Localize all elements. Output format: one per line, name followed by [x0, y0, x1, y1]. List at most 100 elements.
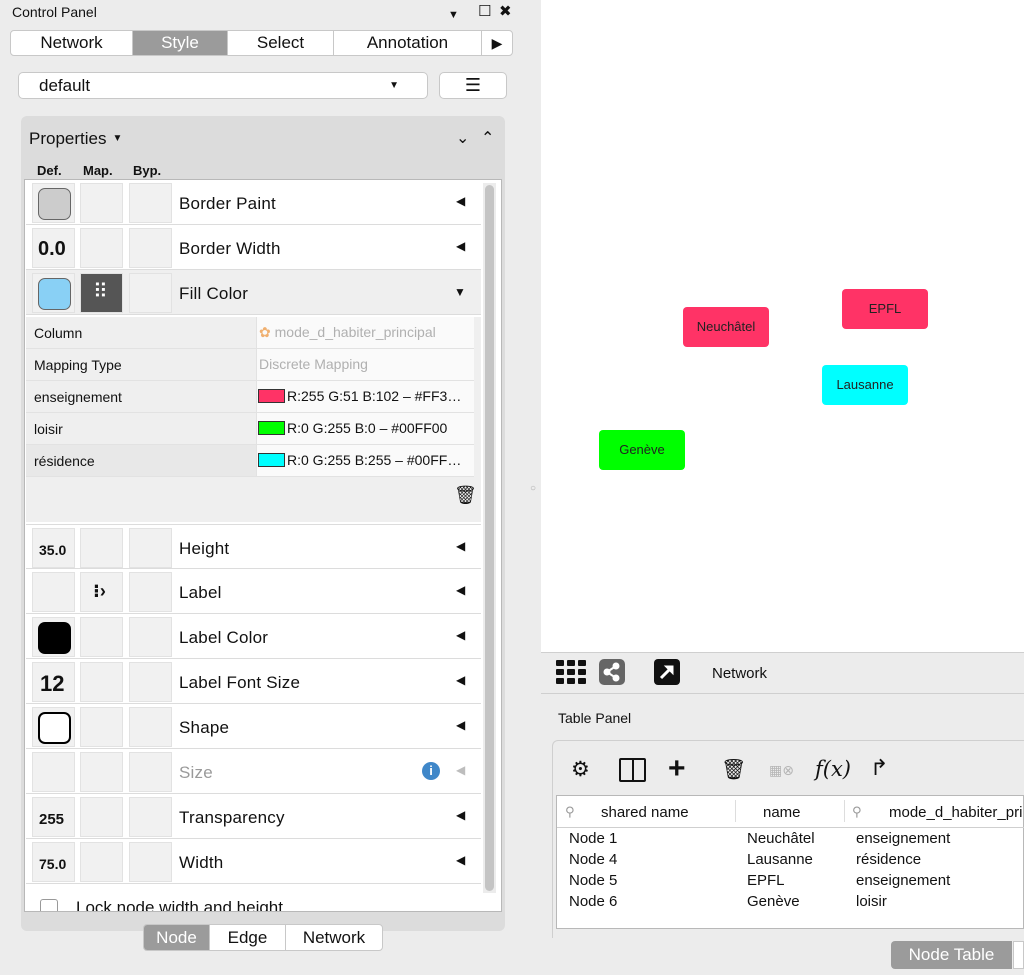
add-column-icon[interactable]: + — [668, 752, 686, 786]
table-cell[interactable]: enseignement — [856, 872, 950, 889]
expand-arrow-icon[interactable]: ◀ — [456, 853, 465, 867]
panel-menu-icon[interactable]: ▼ — [448, 5, 459, 25]
trash-icon[interactable]: 🗑 — [721, 757, 746, 782]
label-color-swatch[interactable] — [38, 622, 71, 654]
table-cell[interactable]: enseignement — [856, 830, 950, 847]
byp-cell[interactable] — [129, 662, 172, 702]
network-node[interactable]: Lausanne — [822, 365, 908, 405]
map-cell[interactable] — [80, 797, 123, 837]
tab-node[interactable]: Node — [144, 925, 210, 950]
def-cell[interactable]: 255 — [32, 797, 75, 837]
byp-cell[interactable] — [129, 842, 172, 882]
table-cell[interactable]: Genève — [747, 893, 800, 910]
byp-cell[interactable] — [129, 572, 172, 612]
tab-network-style[interactable]: Network — [286, 925, 382, 950]
property-row-height[interactable]: 35.0 Height ◀ — [26, 524, 481, 569]
property-row-label-color[interactable]: Label Color ◀ — [26, 614, 481, 659]
column-header[interactable]: name — [763, 804, 801, 821]
collapse-arrow-icon[interactable]: ▼ — [454, 285, 466, 299]
property-row-transparency[interactable]: 255 Transparency ◀ — [26, 794, 481, 839]
network-canvas[interactable]: Neuchâtel EPFL Lausanne Genève — [541, 0, 1024, 652]
def-cell[interactable] — [32, 572, 75, 612]
style-options-menu-button[interactable]: ☰ — [439, 72, 507, 99]
close-window-icon[interactable]: ✖ — [499, 2, 512, 22]
grid-view-icon[interactable] — [556, 660, 586, 684]
byp-cell[interactable] — [129, 707, 172, 747]
expand-all-icon[interactable]: ⌃ — [481, 128, 494, 148]
byp-cell[interactable] — [129, 797, 172, 837]
def-cell[interactable] — [32, 617, 75, 657]
map-cell[interactable] — [80, 228, 123, 268]
table-cell[interactable]: Lausanne — [747, 851, 813, 868]
expand-arrow-icon[interactable]: ◀ — [456, 628, 465, 642]
def-cell[interactable]: 12 — [32, 662, 75, 702]
visual-property-list[interactable]: Border Paint ◀ 0.0 Border Width ◀ ⠿ Fill… — [24, 179, 502, 912]
expand-arrow-icon[interactable]: ◀ — [456, 539, 465, 553]
map-cell[interactable]: ⠿ — [80, 273, 123, 313]
mapping-column-row[interactable]: Column ✿ mode_d_habiter_principal — [26, 317, 474, 349]
mapping-color-value[interactable]: R:0 G:255 B:255 – #00FF… — [256, 445, 474, 476]
byp-cell[interactable] — [129, 228, 172, 268]
info-icon[interactable]: i — [422, 762, 440, 780]
table-cell[interactable]: Node 1 — [569, 830, 617, 847]
table-cell[interactable]: Node 5 — [569, 872, 617, 889]
network-node[interactable]: Genève — [599, 430, 685, 470]
mapping-type-row[interactable]: Mapping Type Discrete Mapping — [26, 349, 474, 381]
tab-select[interactable]: Select — [228, 31, 334, 55]
map-cell[interactable] — [80, 662, 123, 702]
export-table-icon[interactable]: ↱ — [870, 755, 888, 781]
network-node[interactable]: Neuchâtel — [683, 307, 769, 347]
def-cell[interactable]: 75.0 — [32, 842, 75, 882]
tab-network[interactable]: Network — [11, 31, 133, 55]
column-header[interactable]: mode_d_habiter_pri — [889, 804, 1022, 821]
fill-color-swatch[interactable] — [38, 278, 71, 310]
detach-view-icon[interactable] — [654, 659, 680, 685]
tab-node-table[interactable]: Node Table — [891, 941, 1012, 969]
byp-cell[interactable] — [129, 528, 172, 568]
property-row-fill-color[interactable]: ⠿ Fill Color ▼ — [26, 270, 481, 315]
map-cell[interactable] — [80, 183, 123, 223]
splitter-handle-icon[interactable]: ○ — [530, 483, 536, 494]
mapping-entry-row[interactable]: résidence R:0 G:255 B:255 – #00FF… — [26, 445, 474, 477]
lock-size-checkbox[interactable] — [40, 899, 58, 911]
def-cell[interactable] — [32, 183, 75, 223]
tab-style[interactable]: Style — [133, 31, 228, 55]
def-cell[interactable] — [32, 273, 75, 313]
table-cell[interactable]: Node 6 — [569, 893, 617, 910]
property-row-size[interactable]: Size i ◀ — [26, 749, 481, 794]
share-network-icon[interactable] — [599, 659, 625, 685]
scrollbar-thumb[interactable] — [485, 185, 494, 891]
map-cell[interactable] — [80, 528, 123, 568]
expand-arrow-icon[interactable]: ◀ — [456, 194, 465, 208]
tab-edge-table[interactable] — [1013, 941, 1024, 969]
def-cell[interactable]: 0.0 — [32, 228, 75, 268]
byp-cell[interactable] — [129, 183, 172, 223]
table-cell[interactable]: loisir — [856, 893, 887, 910]
byp-cell[interactable] — [129, 273, 172, 313]
expand-arrow-icon[interactable]: ◀ — [456, 808, 465, 822]
properties-dropdown[interactable]: Properties ▼ — [29, 129, 122, 149]
border-paint-swatch[interactable] — [38, 188, 71, 220]
table-cell[interactable]: résidence — [856, 851, 921, 868]
mapping-entry-row[interactable]: loisir R:0 G:255 B:0 – #00FF00 — [26, 413, 474, 445]
map-cell[interactable]: ⁝› — [80, 572, 123, 612]
table-cell[interactable]: Node 4 — [569, 851, 617, 868]
table-cell[interactable]: EPFL — [747, 872, 785, 889]
style-select-dropdown[interactable]: default ▼ — [18, 72, 428, 99]
mapping-column-value[interactable]: ✿ mode_d_habiter_principal — [256, 317, 474, 348]
expand-arrow-icon[interactable]: ◀ — [456, 673, 465, 687]
rounded-rectangle-shape-icon[interactable] — [38, 712, 71, 744]
gear-icon[interactable]: ⚙ — [571, 757, 590, 782]
expand-arrow-icon[interactable]: ◀ — [456, 718, 465, 732]
tab-edge[interactable]: Edge — [210, 925, 286, 950]
node-table[interactable]: ⚲ shared name name ⚲ mode_d_habiter_pri … — [556, 795, 1024, 929]
mapping-type-value[interactable]: Discrete Mapping — [256, 349, 474, 380]
property-row-border-paint[interactable]: Border Paint ◀ — [26, 180, 481, 225]
table-cell[interactable]: Neuchâtel — [747, 830, 815, 847]
map-cell[interactable] — [80, 842, 123, 882]
collapse-all-icon[interactable]: ⌄ — [456, 128, 469, 148]
property-row-shape[interactable]: Shape ◀ — [26, 704, 481, 749]
def-cell[interactable]: 35.0 — [32, 528, 75, 568]
property-row-border-width[interactable]: 0.0 Border Width ◀ — [26, 225, 481, 270]
expand-arrow-icon[interactable]: ◀ — [456, 583, 465, 597]
